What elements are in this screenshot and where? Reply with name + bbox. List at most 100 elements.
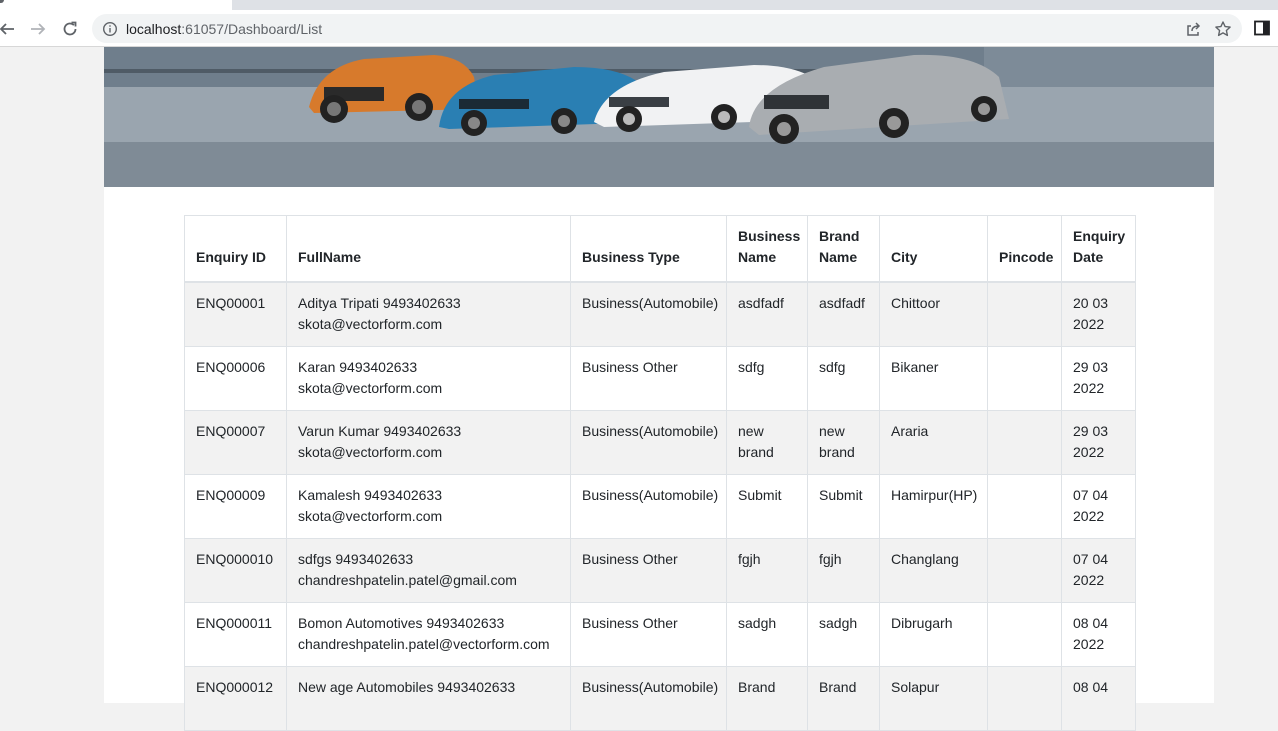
page-content: Enquiry ID FullName Business Type Busine… bbox=[104, 47, 1214, 731]
cell-business-name: Submit bbox=[726, 473, 808, 539]
cell-business-name: sdfg bbox=[726, 345, 808, 411]
forward-arrow-icon[interactable] bbox=[27, 18, 49, 40]
cell-business-type: Business(Automobile) bbox=[570, 473, 727, 539]
cell-city: Changlang bbox=[879, 537, 988, 603]
table-row[interactable]: ENQ00006 Karan 9493402633 skota@vectorfor… bbox=[184, 345, 1136, 411]
cell-pincode bbox=[987, 537, 1062, 603]
email-text: skota@vectorform.com bbox=[298, 507, 443, 524]
cell-fullname: Varun Kumar 9493402633 skota@vectorform.c… bbox=[286, 409, 571, 475]
fullname-text: Kamalesh 9493402633 bbox=[298, 486, 443, 503]
cell-brand-name: Submit bbox=[807, 473, 880, 539]
cell-business-name: new brand bbox=[726, 409, 808, 475]
cell-pincode bbox=[987, 409, 1062, 475]
table-row[interactable]: ENQ000012 New age Automobiles 9493402633… bbox=[184, 665, 1136, 731]
cell-brand-name: Brand bbox=[807, 665, 880, 731]
table-row[interactable]: ENQ00009 Kamalesh 9493402633 skota@vector… bbox=[184, 473, 1136, 539]
cell-business-type: Business Other bbox=[570, 345, 727, 411]
tab-strip bbox=[0, 0, 1278, 10]
cell-brand-name: new brand bbox=[807, 409, 880, 475]
cell-enquiry-id: ENQ000010 bbox=[184, 537, 287, 603]
cell-fullname: Aditya Tripati 9493402633 skota@vectorfor… bbox=[286, 281, 571, 347]
email-text: skota@vectorform.com bbox=[298, 316, 443, 332]
fullname-text: Bomon Automotives 9493402633 bbox=[298, 614, 505, 631]
email-text: chandreshpatelin.patel@vectorform.com bbox=[298, 635, 550, 652]
cell-enquiry-date: 20 03 2022 bbox=[1061, 281, 1136, 347]
cell-pincode bbox=[987, 473, 1062, 539]
star-icon[interactable] bbox=[1214, 20, 1232, 38]
fullname-text: Karan 9493402633 bbox=[298, 358, 418, 375]
email-text: chandreshpatelin.patel@gmail.com bbox=[298, 571, 517, 588]
info-icon[interactable] bbox=[102, 21, 118, 37]
cell-enquiry-id: ENQ000012 bbox=[184, 665, 287, 731]
cell-city: Hamirpur(HP) bbox=[879, 473, 988, 539]
cell-business-type: Business Other bbox=[570, 537, 727, 603]
cell-business-type: Business(Automobile) bbox=[570, 281, 727, 347]
cell-enquiry-id: ENQ00009 bbox=[184, 473, 287, 539]
cell-fullname: Bomon Automotives 9493402633 chandreshpat… bbox=[286, 601, 571, 667]
back-arrow-icon[interactable] bbox=[0, 18, 18, 40]
url-host: localhost bbox=[126, 21, 182, 37]
cell-business-type: Business Other bbox=[570, 601, 727, 667]
cell-fullname: New age Automobiles 9493402633 bbox=[286, 665, 571, 731]
hero-banner-image bbox=[104, 47, 1214, 187]
tab-edge bbox=[0, 0, 4, 3]
table-row[interactable]: ENQ00007 Varun Kumar 9493402633 skota@vec… bbox=[184, 409, 1136, 475]
cell-enquiry-id: ENQ00007 bbox=[184, 409, 287, 475]
cell-fullname: sdfgs 9493402633 chandreshpatelin.patel@g… bbox=[286, 537, 571, 603]
header-city[interactable]: City bbox=[879, 215, 988, 283]
cell-business-name: fgjh bbox=[726, 537, 808, 603]
header-pincode[interactable]: Pincode bbox=[987, 215, 1062, 283]
cell-enquiry-id: ENQ00001 bbox=[184, 281, 287, 347]
cell-pincode bbox=[987, 665, 1062, 731]
table-row[interactable]: ENQ000011 Bomon Automotives 9493402633 ch… bbox=[184, 601, 1136, 667]
cell-city: Chittoor bbox=[879, 281, 988, 347]
share-icon[interactable] bbox=[1184, 20, 1202, 38]
cell-enquiry-date: 08 04 2022 bbox=[1061, 601, 1136, 667]
table-row[interactable]: ENQ000010 sdfgs 9493402633 chandreshpatel… bbox=[184, 537, 1136, 603]
cell-brand-name: sadgh bbox=[807, 601, 880, 667]
header-enquiry-date[interactable]: Enquiry Date bbox=[1061, 215, 1136, 283]
cell-brand-name: sdfg bbox=[807, 345, 880, 411]
cell-enquiry-date: 07 04 2022 bbox=[1061, 473, 1136, 539]
address-bar[interactable]: localhost:61057/Dashboard/List bbox=[92, 14, 1242, 43]
email-text: skota@vectorform.com bbox=[298, 379, 443, 396]
header-fullname[interactable]: FullName bbox=[286, 215, 571, 283]
side-panel-icon[interactable] bbox=[1253, 19, 1271, 37]
table-row[interactable]: ENQ00001 Aditya Tripati 9493402633 skota@… bbox=[184, 281, 1136, 347]
email-text: skota@vectorform.com bbox=[298, 443, 443, 460]
cell-business-name: Brand bbox=[726, 665, 808, 731]
cell-enquiry-date: 29 03 2022 bbox=[1061, 409, 1136, 475]
header-business-type[interactable]: Business Type bbox=[570, 215, 727, 283]
cell-brand-name: fgjh bbox=[807, 537, 880, 603]
cell-pincode bbox=[987, 345, 1062, 411]
cell-business-type: Business(Automobile) bbox=[570, 665, 727, 731]
cell-business-name: asdfadf bbox=[726, 281, 808, 347]
cell-enquiry-date: 07 04 2022 bbox=[1061, 537, 1136, 603]
fullname-text: sdfgs 9493402633 bbox=[298, 550, 414, 567]
header-enquiry-id[interactable]: Enquiry ID bbox=[184, 215, 287, 283]
cell-enquiry-date: 08 04 bbox=[1061, 665, 1136, 731]
url-text[interactable]: localhost:61057/Dashboard/List bbox=[126, 21, 322, 37]
cell-business-type: Business(Automobile) bbox=[570, 409, 727, 475]
fullname-text: Aditya Tripati 9493402633 bbox=[298, 295, 461, 311]
cell-enquiry-id: ENQ00006 bbox=[184, 345, 287, 411]
enquiry-table: Enquiry ID FullName Business Type Busine… bbox=[184, 215, 1136, 731]
browser-toolbar: localhost:61057/Dashboard/List bbox=[0, 10, 1278, 47]
header-business-name[interactable]: Business Name bbox=[726, 215, 808, 283]
tab-bar-background bbox=[232, 0, 1278, 10]
header-brand-name[interactable]: Brand Name bbox=[807, 215, 880, 283]
reload-icon[interactable] bbox=[59, 18, 81, 40]
cell-fullname: Kamalesh 9493402633 skota@vectorform.com bbox=[286, 473, 571, 539]
url-path: :61057/Dashboard/List bbox=[181, 21, 323, 37]
cell-city: Dibrugarh bbox=[879, 601, 988, 667]
table-header-row: Enquiry ID FullName Business Type Busine… bbox=[184, 215, 1136, 283]
cell-brand-name: asdfadf bbox=[807, 281, 880, 347]
cell-enquiry-id: ENQ000011 bbox=[184, 601, 287, 667]
cell-enquiry-date: 29 03 2022 bbox=[1061, 345, 1136, 411]
fullname-text: New age Automobiles 9493402633 bbox=[298, 678, 516, 695]
cell-fullname: Karan 9493402633 skota@vectorform.com bbox=[286, 345, 571, 411]
cell-business-name: sadgh bbox=[726, 601, 808, 667]
fullname-text: Varun Kumar 9493402633 bbox=[298, 422, 462, 439]
enquiry-table-container: Enquiry ID FullName Business Type Busine… bbox=[184, 215, 1136, 731]
cell-city: Araria bbox=[879, 409, 988, 475]
